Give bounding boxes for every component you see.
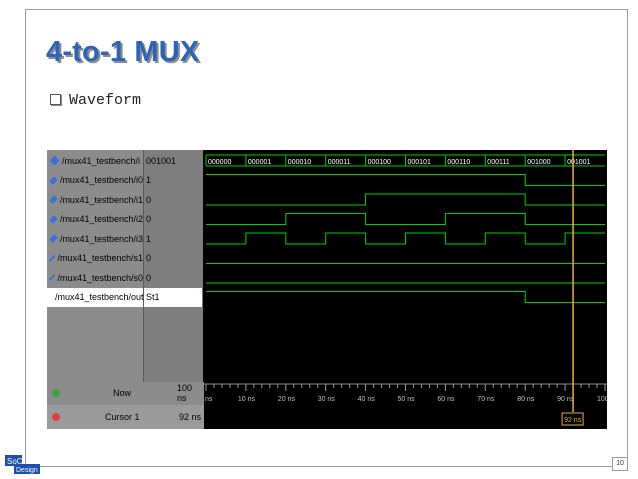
cursor-value: 92 ns bbox=[179, 412, 202, 422]
ruler-tick-label: 60 ns bbox=[437, 396, 455, 403]
signal-name: /mux41_testbench/i0 bbox=[59, 175, 143, 185]
now-value: 100 ns bbox=[177, 383, 193, 403]
signal-trace bbox=[206, 232, 605, 245]
signal-name: /mux41_testbench/out bbox=[55, 292, 144, 302]
signal-value: 0 bbox=[146, 272, 152, 283]
cursor-flag-label: 92 ns bbox=[564, 417, 582, 424]
ruler-tick-label: 90 ns bbox=[557, 396, 575, 403]
signal-icon bbox=[49, 234, 58, 243]
cursor-label: Cursor 1 bbox=[105, 412, 140, 422]
signal-name-row[interactable]: /mux41_testbench/i3 bbox=[47, 229, 143, 248]
bus-value-label: 000110 bbox=[447, 159, 470, 166]
signal-name: /mux41_testbench/s1 bbox=[57, 253, 143, 263]
footer-divider bbox=[26, 466, 627, 467]
signal-value: 0 bbox=[146, 194, 152, 205]
now-label: Now bbox=[113, 388, 132, 398]
signal-value: 001001 bbox=[146, 155, 177, 166]
signal-name: /mux41_testbench/i3 bbox=[59, 233, 143, 244]
signal-name-row[interactable]: /mux41_testbench/s1 bbox=[47, 249, 143, 268]
ruler-tick-label: 30 ns bbox=[318, 396, 336, 403]
signal-trace bbox=[206, 291, 605, 303]
signal-value: St1 bbox=[144, 287, 202, 307]
ruler-tick-label: 80 ns bbox=[517, 396, 535, 403]
svg-text:SoC: SoC bbox=[7, 457, 23, 466]
signal-icon bbox=[49, 155, 60, 166]
signal-value: 1 bbox=[146, 175, 152, 185]
bus-value-label: 000100 bbox=[368, 159, 391, 166]
now-icon bbox=[52, 389, 60, 397]
signal-value: 0 bbox=[146, 214, 152, 224]
ruler-tick-label: 10 ns bbox=[238, 396, 256, 403]
ruler-tick-label: 70 ns bbox=[477, 396, 495, 403]
signal-icon bbox=[48, 254, 56, 262]
ruler-tick-label: 100 bbox=[597, 396, 607, 403]
signal-trace bbox=[206, 193, 605, 206]
signal-name-row[interactable]: /mux41_testbench/i1 bbox=[47, 190, 143, 209]
cursor-lock-icon[interactable] bbox=[52, 413, 60, 421]
slide-title: 4-to-1 MUX bbox=[46, 36, 200, 68]
cursor-row[interactable]: Cursor 1 92 ns bbox=[47, 405, 204, 429]
signal-name: /mux41_testbench/i1 bbox=[59, 194, 143, 205]
waveform-plot[interactable]: 000000 000001 000010 000011 000100 000101 0001… bbox=[204, 150, 607, 382]
bus-value-label: 000011 bbox=[328, 159, 351, 166]
bus-value-label: 001001 bbox=[567, 159, 590, 166]
now-row: Now 100 ns bbox=[47, 382, 204, 404]
bullet-text: Waveform bbox=[69, 92, 142, 109]
signal-name: /mux41_testbench/i2 bbox=[59, 214, 143, 224]
ruler-tick-label: 50 ns bbox=[398, 396, 416, 403]
signal-trace bbox=[206, 213, 605, 225]
signal-name: /mux41_testbench/s0 bbox=[57, 272, 143, 283]
signal-name: /mux41_testbench/i bbox=[62, 155, 141, 166]
waveform-viewer[interactable]: /mux41_testbench/i 001001/mux41_testbench… bbox=[47, 150, 607, 429]
ruler-tick-label: 20 ns bbox=[278, 396, 296, 403]
signal-icon bbox=[49, 175, 58, 185]
signal-icon bbox=[49, 195, 58, 204]
signal-name-row[interactable]: /mux41_testbench/s0 bbox=[47, 268, 143, 287]
signal-icon bbox=[48, 294, 54, 300]
signal-name-row[interactable]: /mux41_testbench/i0 bbox=[47, 171, 143, 190]
bus-value-label: 000010 bbox=[288, 159, 311, 166]
signal-name-row[interactable]: /mux41_testbench/i bbox=[47, 151, 143, 170]
time-ruler[interactable]: ns 10 ns 20 ns 30 ns 40 ns 50 ns 60 ns 70 ns 80 … bbox=[204, 382, 607, 429]
signal-name-row[interactable]: /mux41_testbench/out bbox=[47, 287, 144, 307]
bus-value-label: 000111 bbox=[487, 159, 509, 166]
signal-icon bbox=[48, 274, 56, 281]
ruler-tick-label: 40 ns bbox=[358, 396, 376, 403]
signal-value: 0 bbox=[146, 253, 152, 263]
bus-value-label: 000101 bbox=[408, 159, 431, 166]
page-number: 10 bbox=[612, 457, 628, 471]
signal-name-row[interactable]: /mux41_testbench/i2 bbox=[47, 210, 143, 229]
ruler-tick-label: ns bbox=[205, 396, 213, 403]
bus-value-label: 000000 bbox=[208, 159, 231, 166]
signal-value: 1 bbox=[146, 233, 152, 244]
bus-value-label: 000001 bbox=[248, 159, 271, 166]
soc-design-logo: SoC Design bbox=[5, 455, 40, 474]
svg-text:Design: Design bbox=[16, 467, 38, 474]
signal-trace bbox=[206, 174, 605, 186]
signal-icon bbox=[49, 214, 58, 224]
bullet-icon bbox=[50, 94, 61, 105]
bus-value-label: 001000 bbox=[527, 159, 550, 166]
